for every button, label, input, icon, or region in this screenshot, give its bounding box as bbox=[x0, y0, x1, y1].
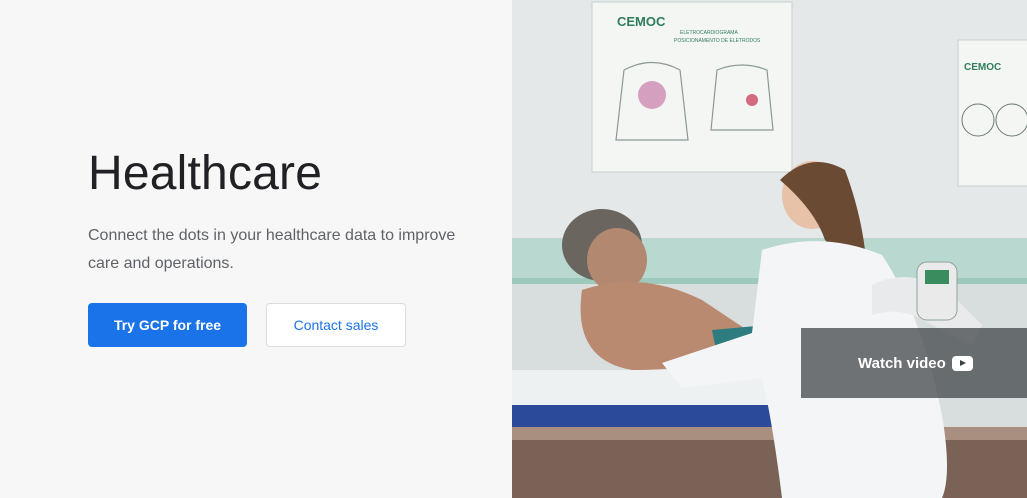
hero-video-thumbnail[interactable]: CEMOC ELETROCARDIOGRAMA POSICIONAMENTO D… bbox=[512, 0, 1027, 498]
clinic-scene-image: CEMOC ELETROCARDIOGRAMA POSICIONAMENTO D… bbox=[512, 0, 1027, 498]
poster-heading: ELETROCARDIOGRAMA bbox=[680, 30, 738, 36]
svg-text:CEMOC: CEMOC bbox=[964, 62, 1001, 73]
try-free-button[interactable]: Try GCP for free bbox=[88, 303, 247, 347]
page-title: Healthcare bbox=[88, 147, 323, 200]
poster-subheading: POSICIONAMENTO DE ELETRODOS bbox=[674, 38, 761, 44]
poster-logo-text: CEMOC bbox=[617, 14, 666, 29]
watch-video-label: Watch video bbox=[858, 354, 946, 372]
youtube-play-icon bbox=[951, 355, 973, 371]
hero-subtitle: Connect the dots in your healthcare data… bbox=[88, 227, 456, 272]
hero-text-panel: Healthcare Connect the dots in your heal… bbox=[0, 0, 512, 498]
contact-sales-button[interactable]: Contact sales bbox=[266, 303, 406, 347]
watch-video-button[interactable]: Watch video bbox=[801, 328, 1027, 398]
